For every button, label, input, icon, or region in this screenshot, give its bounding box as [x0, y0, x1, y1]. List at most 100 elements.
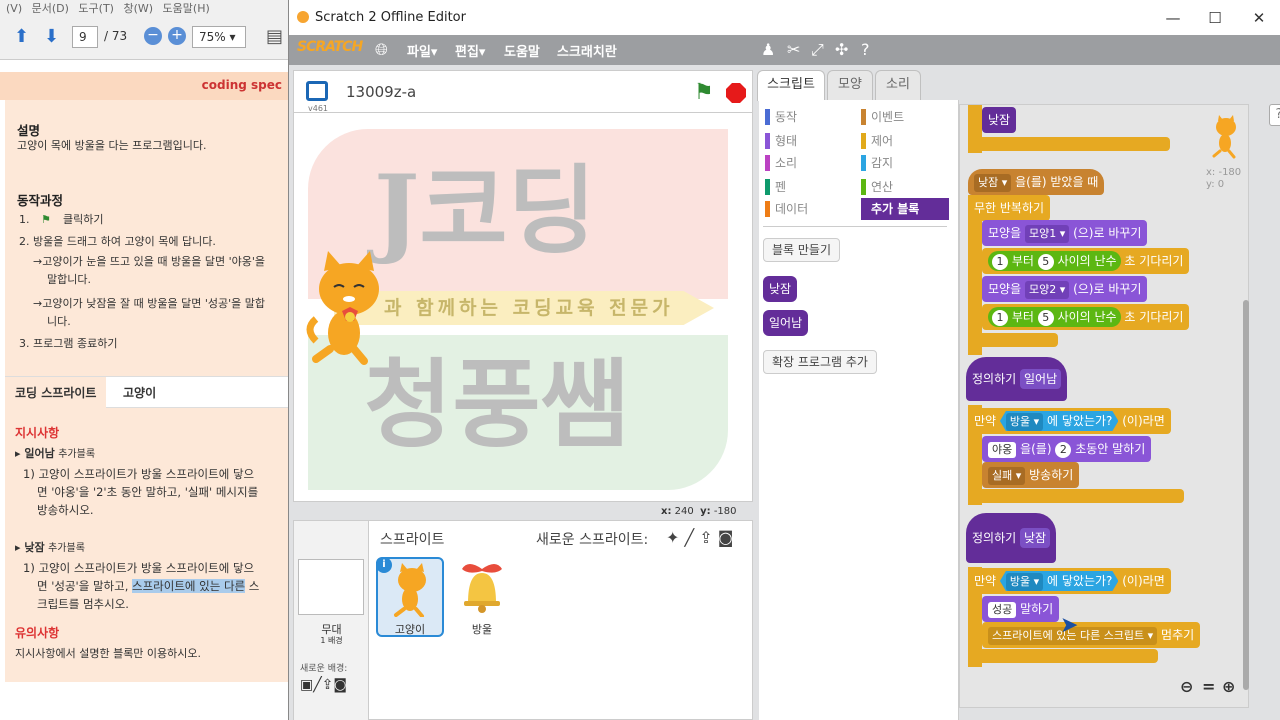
category-pen[interactable]: 펜 [765, 176, 786, 198]
delete-icon[interactable]: ✂ [787, 40, 800, 59]
page-number-input[interactable]: 9 [72, 26, 98, 48]
define-block-wake[interactable]: 정의하기 일어남 [966, 357, 1068, 401]
backdrop-tools: ▣╱⇪◙ [300, 677, 347, 693]
doc-toolbar: ⬆ ⬇ 9 / 73 − + 75% ▾ ▤ [0, 14, 290, 60]
category-more-blocks[interactable]: 추가 블록 [861, 198, 949, 220]
tab-costumes[interactable]: 모양 [827, 70, 873, 100]
upload-backdrop-icon[interactable]: ⇪ [322, 677, 334, 693]
block-help-icon[interactable]: ? [861, 40, 870, 59]
if-bottom-1 [968, 489, 1184, 503]
minimize-button[interactable]: — [1161, 8, 1185, 28]
sprite-card-cat[interactable]: i 고양이 [376, 557, 444, 637]
sprite-y: y: 0 [1206, 179, 1225, 190]
grow-icon[interactable]: ⤢ [811, 40, 824, 60]
shrink-icon[interactable]: ✣ [835, 40, 848, 59]
stop-icon[interactable] [726, 83, 746, 103]
switch-costume-block-1[interactable]: 모양을 모양1 ▾ (으)로 바꾸기 [982, 220, 1148, 246]
wait-block-1[interactable]: 1 부터 5 사이의 난수 초 기다리기 [982, 248, 1190, 274]
category-data[interactable]: 데이터 [765, 198, 808, 220]
doc-menu-help[interactable]: 도움말(H) [163, 2, 210, 14]
palette-block-wake[interactable]: 일어남 [763, 310, 809, 336]
stage-thumbnail[interactable] [298, 559, 364, 615]
sprite-library-icon[interactable]: ✦ [666, 528, 679, 547]
zoom-out-icon[interactable]: ⊖ [1180, 677, 1193, 696]
broadcast-dropdown[interactable]: 실패 ▾ [988, 467, 1026, 485]
wait-block-2[interactable]: 1 부터 5 사이의 난수 초 기다리기 [982, 304, 1190, 330]
forever-block[interactable]: 무한 반복하기 [968, 195, 1051, 221]
message-dropdown[interactable]: 낮잠 ▾ [974, 174, 1012, 192]
sprite-card-bell[interactable]: 방울 [448, 557, 516, 637]
close-button[interactable]: ✕ [1247, 8, 1271, 28]
category-control[interactable]: 제어 [861, 130, 893, 152]
camera-backdrop-icon[interactable]: ◙ [333, 677, 347, 693]
zoom-reset-icon[interactable]: = [1202, 677, 1215, 696]
cat-sprite-on-stage[interactable] [304, 249, 394, 365]
zoom-select[interactable]: 75% ▾ [192, 26, 246, 48]
category-looks[interactable]: 형태 [765, 130, 797, 152]
menu-file[interactable]: 파일▾ [407, 41, 437, 60]
category-events[interactable]: 이벤트 [861, 106, 904, 128]
backdrop-library-icon[interactable]: ▣ [300, 677, 313, 693]
fullscreen-icon[interactable] [306, 81, 328, 101]
if-block-2[interactable]: 만약 방울 ▾ 에 닿았는가? (이)라면 [968, 568, 1171, 594]
green-flag-icon[interactable]: ⚑ [694, 80, 714, 105]
define-block-nap[interactable]: 정의하기 낮잠 [966, 513, 1057, 563]
globe-icon[interactable]: 🌐︎ [375, 40, 388, 60]
category-sensing[interactable]: 감지 [861, 152, 893, 174]
stop-block[interactable]: 스프라이트에 있는 다른 스크립트 ▾ 멈추기 [982, 622, 1201, 648]
palette-block-nap[interactable]: 낮잠 [763, 276, 798, 302]
zoom-out-icon[interactable]: − [144, 27, 162, 45]
stage[interactable]: J코딩 과 함께하는 코딩교육 전문가 청풍쌤 [293, 112, 753, 502]
zoom-in-icon[interactable]: + [168, 27, 186, 45]
touching-dropdown-1[interactable]: 방울 ▾ [1006, 413, 1043, 431]
call-nap-block[interactable]: 낮잠 [982, 107, 1017, 133]
paint-sprite-icon[interactable]: ╱ [685, 528, 695, 547]
help-icon[interactable]: ? [1269, 104, 1280, 126]
if-block-1[interactable]: 만약 방울 ▾ 에 닿았는가? (이)라면 [968, 408, 1171, 434]
say-block[interactable]: 성공 말하기 [982, 596, 1060, 622]
project-title-input[interactable]: 13009z-a [346, 83, 416, 101]
doc-menu-window[interactable]: 창(W) [123, 2, 153, 14]
menu-edit[interactable]: 편집▾ [455, 41, 485, 60]
menu-tips[interactable]: 스크래치란 [557, 41, 617, 60]
script-scrollbar[interactable] [1243, 300, 1249, 690]
make-block-button[interactable]: 블록 만들기 [763, 238, 841, 262]
costume-dropdown-1[interactable]: 모양1 ▾ [1024, 225, 1070, 243]
doc-menu-tools[interactable]: 도구(T) [78, 2, 114, 14]
zoom-in-icon[interactable]: ⊕ [1222, 677, 1235, 696]
doc-tab-cat[interactable]: 고양이 [113, 377, 166, 409]
doc-menu-document[interactable]: 문서(D) [32, 2, 69, 14]
category-operators[interactable]: 연산 [861, 176, 893, 198]
doc-step2-b1: →고양이가 낮잠을 잘 때 방울을 달면 '성공'을 말합 [33, 297, 266, 310]
category-motion[interactable]: 동작 [765, 106, 797, 128]
when-i-receive-block[interactable]: 낮잠 ▾ 을(를) 받았을 때 [968, 169, 1105, 195]
doc-inst1-tag: 추가블록 [58, 449, 96, 460]
doc-inst1-name: ▸ 일어남 [15, 447, 55, 460]
sprite-pane: 무대 1 배경 새로운 배경: ▣╱⇪◙ 스프라이트 새로운 스프라이트: ✦ … [293, 520, 753, 720]
doc-tab-coding[interactable]: 코딩 스프라이트 [5, 377, 107, 409]
save-icon[interactable]: ▤ [266, 28, 286, 46]
duplicate-icon[interactable]: ♟ [761, 40, 775, 59]
switch-costume-block-2[interactable]: 모양을 모양2 ▾ (으)로 바꾸기 [982, 276, 1148, 302]
title-bar: Scratch 2 Offline Editor — ☐ ✕ [289, 0, 1280, 35]
doc-header: coding spec [0, 72, 290, 100]
broadcast-block[interactable]: 실패 ▾ 방송하기 [982, 462, 1080, 488]
tab-scripts[interactable]: 스크립트 [757, 70, 825, 101]
category-sound[interactable]: 소리 [765, 152, 797, 174]
script-area[interactable]: 낮잠 낮잠 ▾ 을(를) 받았을 때 무한 반복하기 모양을 모양1 ▾ (으)… [959, 104, 1249, 708]
doc-sec1-text: 고양이 목에 방울을 다는 프로그램입니다. [17, 139, 207, 152]
doc-menu-view[interactable]: (V) [6, 2, 22, 14]
tab-sounds[interactable]: 소리 [875, 70, 921, 100]
camera-sprite-icon[interactable]: ◙ [718, 528, 734, 547]
touching-dropdown-2[interactable]: 방울 ▾ [1006, 573, 1043, 591]
maximize-button[interactable]: ☐ [1203, 8, 1227, 28]
menu-help[interactable]: 도움말 [504, 41, 540, 60]
scratch-logo[interactable]: SCRATCH [297, 39, 363, 55]
upload-sprite-icon[interactable]: ⇪ [699, 528, 712, 547]
say-for-secs-block[interactable]: 야옹 을(를) 2 초동안 말하기 [982, 436, 1152, 462]
page-down-icon[interactable]: ⬇ [44, 28, 64, 46]
add-extension-button[interactable]: 확장 프로그램 추가 [763, 350, 877, 374]
costume-dropdown-2[interactable]: 모양2 ▾ [1024, 281, 1070, 299]
page-up-icon[interactable]: ⬆ [14, 28, 34, 46]
paint-backdrop-icon[interactable]: ╱ [313, 677, 321, 693]
